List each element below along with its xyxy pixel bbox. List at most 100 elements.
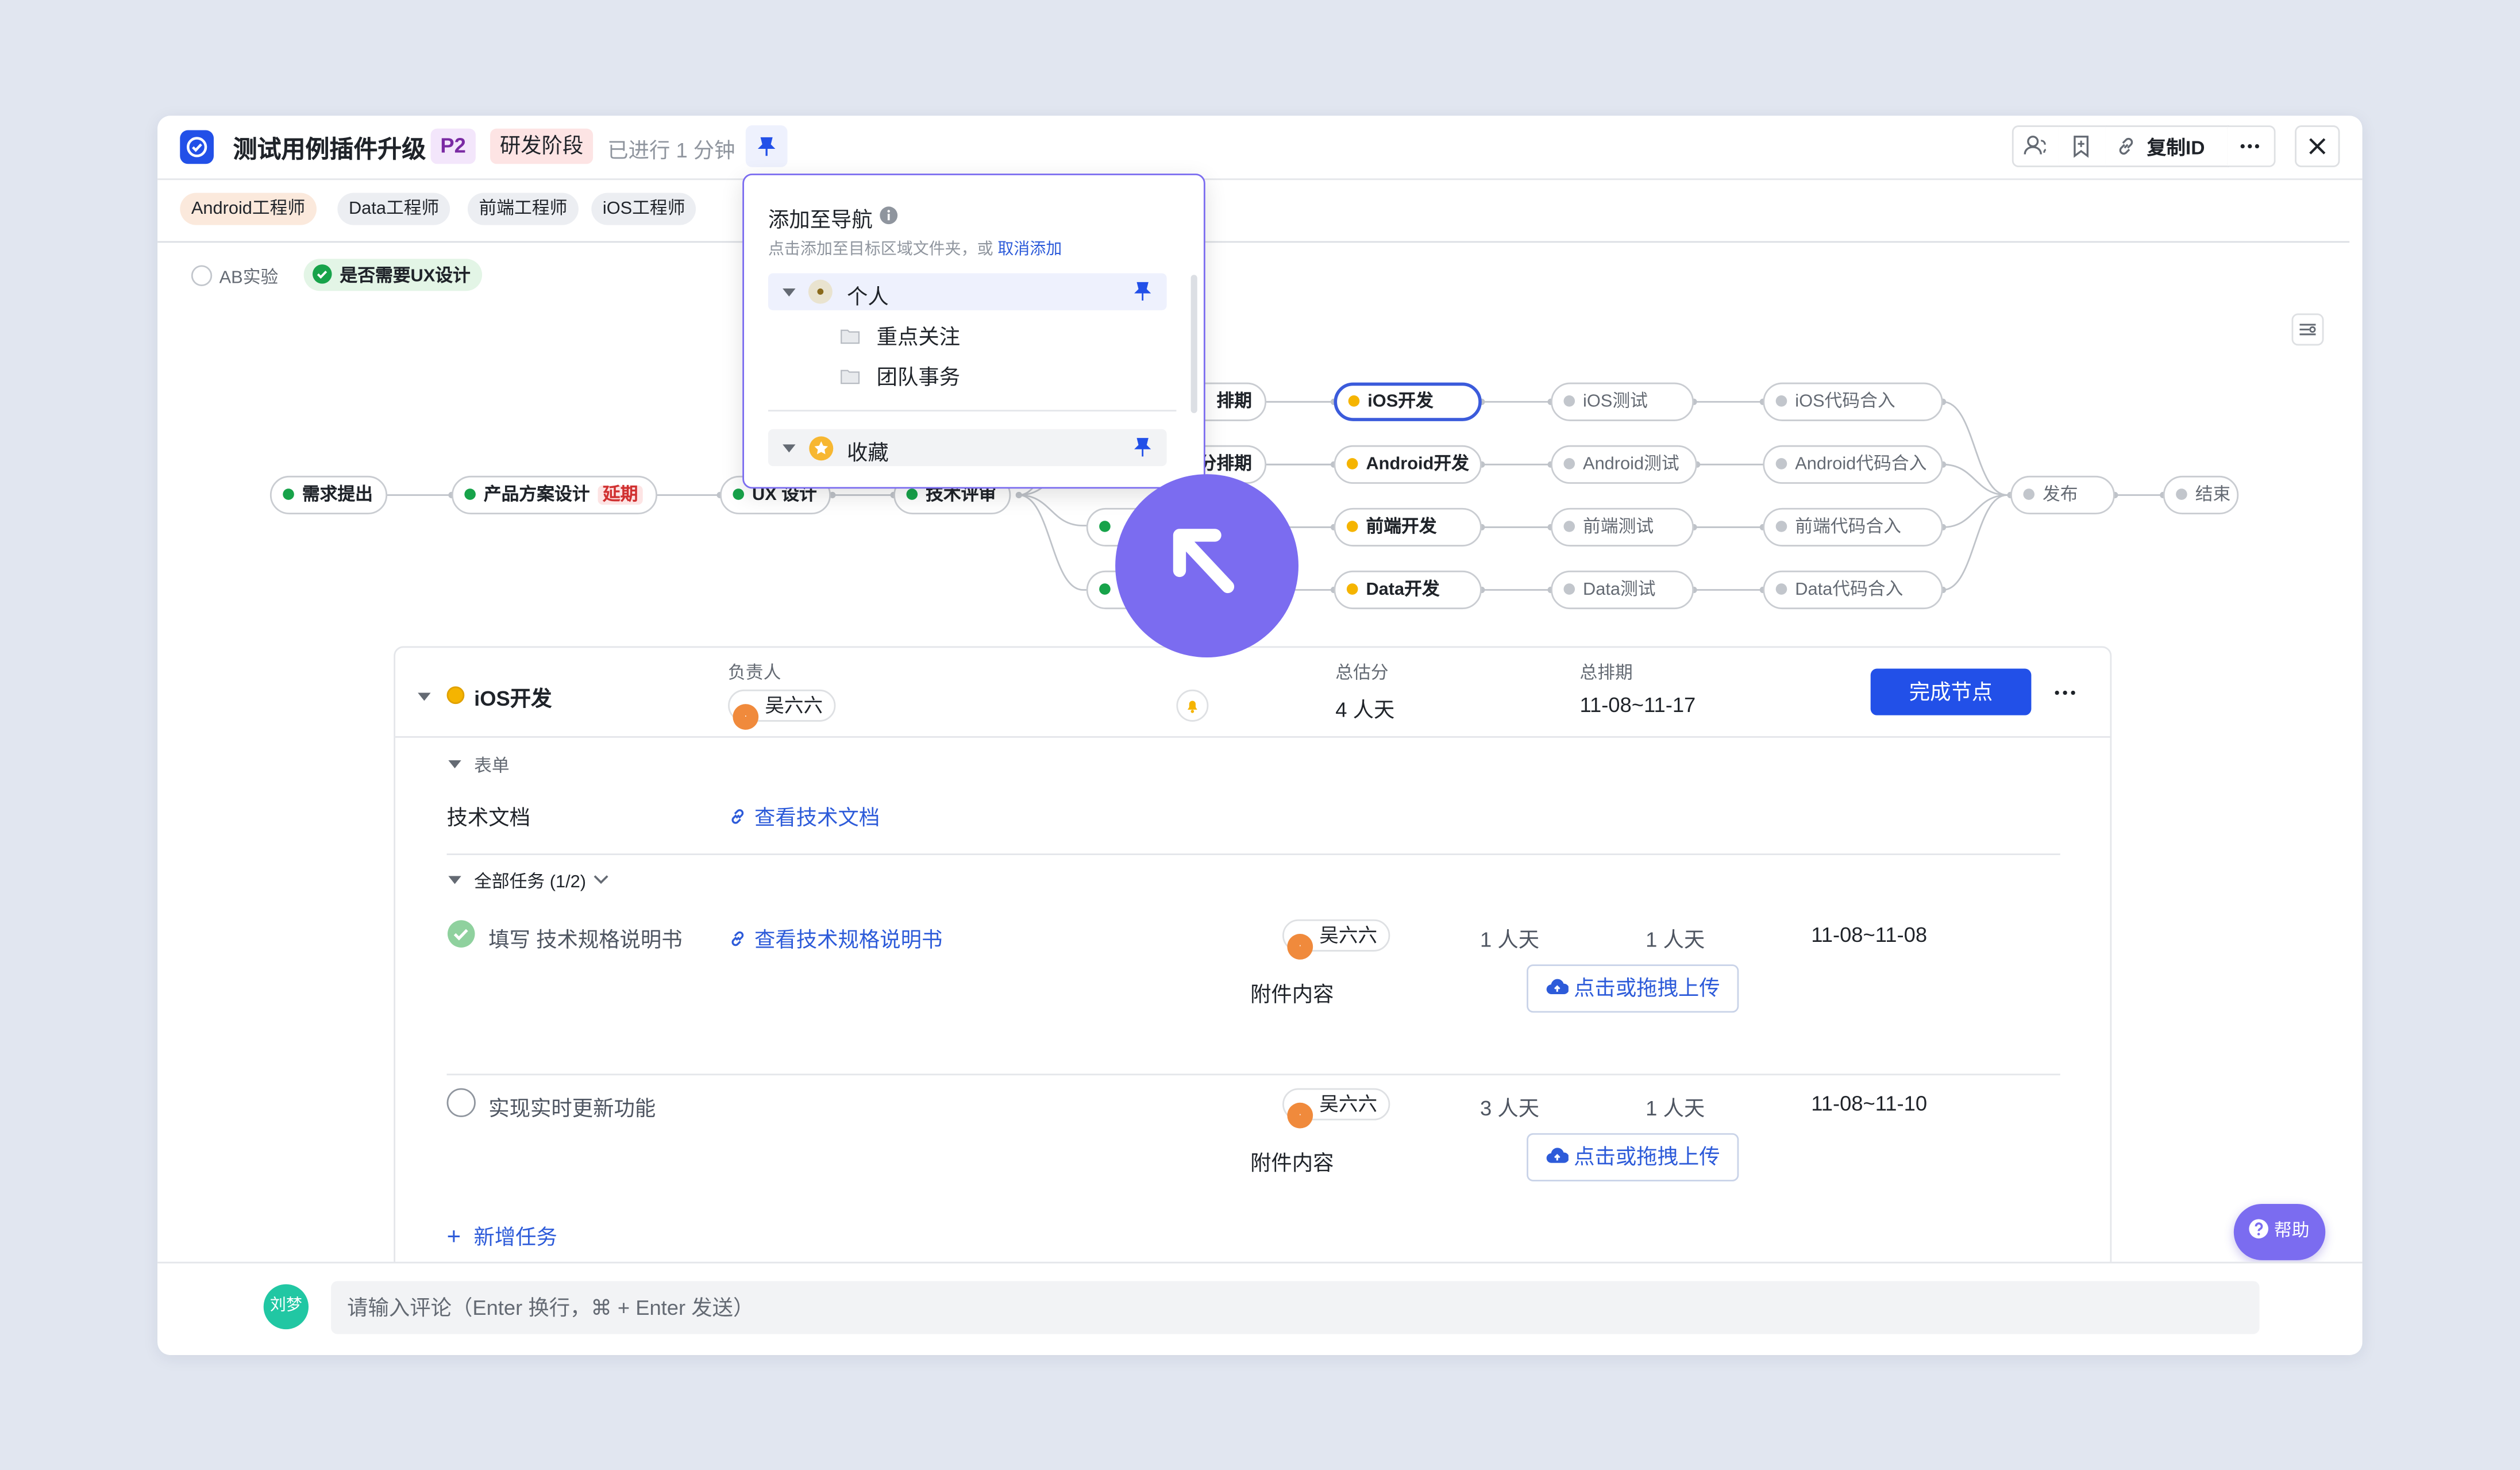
task-owner-chip[interactable]: · 吴六六 — [1282, 1088, 1390, 1129]
node-data-test[interactable]: Data测试 — [1551, 570, 1694, 610]
tasks-caret-icon[interactable] — [447, 871, 463, 887]
avatar: · — [1287, 1102, 1313, 1129]
collapse-caret-icon[interactable] — [416, 688, 432, 704]
status-dot — [1775, 583, 1787, 595]
cancel-add-link[interactable]: 取消添加 — [997, 241, 1062, 259]
owner-name: 吴六六 — [765, 694, 823, 717]
schedule-value: 11-08~11-17 — [1579, 692, 1696, 717]
estimate-value: 4 人天 — [1335, 697, 1395, 722]
schedule-label: 总排期 — [1579, 664, 1633, 683]
node-label: 产品方案设计 — [483, 485, 590, 505]
status-dot — [1563, 458, 1575, 470]
node-frontend-dev[interactable]: 前端开发 — [1334, 507, 1482, 547]
node-label: 前端开发 — [1366, 517, 1437, 537]
task-detail-panel: 测试用例插件升级 P2 研发阶段 已进行 1 分钟 复制ID Android工程… — [157, 116, 2363, 1355]
avatar: · — [1287, 934, 1313, 960]
upload-button[interactable]: 点击或拖拽上传 — [1527, 1133, 1739, 1182]
node-release[interactable]: 发布 — [2010, 475, 2115, 515]
nav-folder-personal[interactable]: ● 个人 — [768, 273, 1167, 310]
tasks-label: 全部任务 (1/2) — [474, 872, 587, 892]
status-dot — [1348, 395, 1360, 407]
upload-label: 点击或拖拽上传 — [1574, 1144, 1720, 1169]
popup-hint-text: 点击添加至目标区域文件夹，或 — [768, 241, 993, 259]
form-caret-icon[interactable] — [447, 756, 463, 772]
upload-button[interactable]: 点击或拖拽上传 — [1527, 964, 1739, 1013]
owner-name: 吴六六 — [1319, 1092, 1378, 1116]
task-todo-checkbox[interactable] — [446, 1088, 476, 1117]
scaled-root: 测试用例插件升级 P2 研发阶段 已进行 1 分钟 复制ID Android工程… — [0, 0, 2520, 1469]
task-name[interactable]: 实现实时更新功能 — [488, 1091, 656, 1122]
node-label: Data开发 — [1366, 580, 1440, 600]
pin-icon[interactable] — [1131, 280, 1154, 302]
node-ios-merge[interactable]: iOS代码合入 — [1763, 382, 1943, 421]
task-divider — [446, 1073, 2060, 1076]
node-label: 需求提出 — [302, 485, 373, 505]
tech-doc-link[interactable]: 查看技术文档 — [728, 801, 880, 833]
nav-folder-favorites[interactable]: 收藏 — [768, 429, 1167, 467]
personal-icon: ● — [808, 279, 833, 304]
status-dot — [1563, 583, 1575, 595]
more-icon[interactable] — [2051, 682, 2079, 704]
node-frontend-merge[interactable]: 前端代码合入 — [1763, 507, 1943, 547]
node-end[interactable]: 结束 — [2163, 475, 2239, 515]
delay-badge: 延期 — [598, 485, 643, 505]
help-label: 帮助 — [2274, 1221, 2310, 1241]
node-data-merge[interactable]: Data代码合入 — [1763, 570, 1943, 610]
status-dot — [1775, 395, 1787, 407]
node-label: 分排期 — [1199, 455, 1252, 475]
node-label: Data代码合入 — [1795, 580, 1904, 600]
complete-node-button[interactable]: 完成节点 — [1870, 668, 2032, 715]
node-android-test[interactable]: Android测试 — [1551, 445, 1697, 484]
estimate-label: 总估分 — [1335, 664, 1389, 683]
status-dot — [1346, 521, 1358, 532]
node-requirement[interactable]: 需求提出 — [269, 475, 388, 515]
popup-scrollbar[interactable] — [1190, 275, 1197, 413]
chevron-down-icon[interactable] — [591, 871, 611, 887]
favorites-label: 收藏 — [847, 440, 889, 465]
task-done-checkbox[interactable] — [447, 919, 476, 948]
status-dot-doing — [446, 686, 465, 705]
node-label: iOS测试 — [1583, 392, 1648, 412]
comment-avatar: 刘梦 — [263, 1284, 309, 1330]
task-actual: 1 人天 — [1646, 927, 1705, 952]
popup-hint: 点击添加至目标区域文件夹，或 取消添加 — [768, 234, 1062, 259]
node-data-dev[interactable]: Data开发 — [1334, 570, 1482, 610]
nav-subfolder-team[interactable]: 团队事务 — [841, 360, 960, 392]
node-android-dev[interactable]: Android开发 — [1334, 445, 1482, 484]
pin-icon[interactable] — [1131, 436, 1154, 458]
status-dot — [1775, 521, 1787, 532]
attachment-label: 附件内容 — [1250, 1150, 1334, 1175]
node-ios-dev[interactable]: iOS开发 — [1334, 382, 1482, 421]
avatar: · — [733, 704, 759, 730]
node-product-design[interactable]: 产品方案设计 延期 — [451, 475, 657, 515]
link-icon — [731, 931, 744, 946]
popup-divider — [768, 410, 1177, 412]
tech-doc-link-text: 查看技术文档 — [754, 805, 880, 830]
nav-subfolder-focus[interactable]: 重点关注 — [841, 320, 960, 352]
cloud-upload-icon — [1546, 979, 1569, 994]
node-label: 前端测试 — [1583, 517, 1654, 537]
upload-label: 点击或拖拽上传 — [1574, 975, 1720, 1000]
add-task-button[interactable]: + 新增任务 — [447, 1220, 557, 1252]
task-spec-link[interactable]: 查看技术规格说明书 — [728, 922, 942, 955]
task-name[interactable]: 填写 技术规格说明书 — [488, 922, 682, 953]
folder-label: 团队事务 — [876, 364, 961, 389]
form-divider — [446, 853, 2060, 856]
status-dot — [1563, 521, 1575, 532]
help-button[interactable]: 帮助 — [2233, 1203, 2326, 1260]
status-dot — [2176, 488, 2187, 500]
tech-doc-label: 技术文档 — [446, 805, 531, 830]
task-owner-chip[interactable]: · 吴六六 — [1282, 919, 1390, 960]
status-dot — [464, 488, 476, 500]
folder-icon — [841, 329, 860, 344]
owner-chip[interactable]: · 吴六六 — [728, 689, 836, 730]
cursor-indicator — [1115, 474, 1298, 657]
remind-button[interactable] — [1176, 689, 1209, 722]
node-label: iOS代码合入 — [1795, 392, 1895, 412]
question-icon — [2249, 1219, 2268, 1239]
node-frontend-test[interactable]: 前端测试 — [1551, 507, 1694, 547]
node-label: 发布 — [2042, 485, 2078, 505]
node-android-merge[interactable]: Android代码合入 — [1763, 445, 1943, 484]
node-ios-test[interactable]: iOS测试 — [1551, 382, 1694, 421]
comment-input[interactable]: 请输入评论（Enter 换行，⌘ + Enter 发送） — [331, 1281, 2260, 1334]
